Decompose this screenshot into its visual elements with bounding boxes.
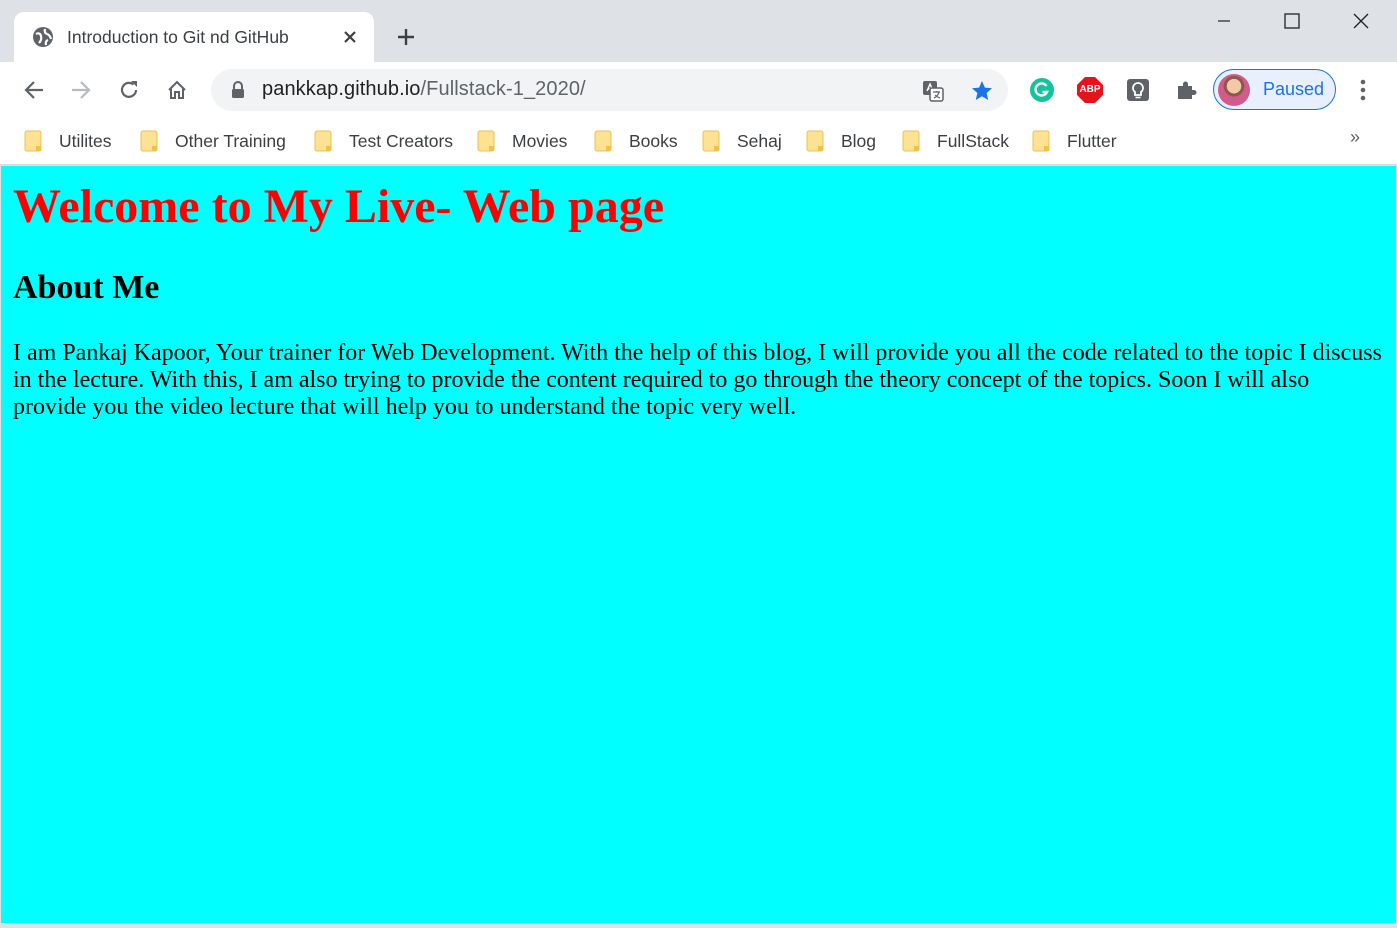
- folder-icon: [140, 130, 158, 152]
- grammarly-icon[interactable]: [1028, 76, 1056, 104]
- minimize-button[interactable]: [1190, 0, 1258, 42]
- window-bottom-edge: [0, 923, 1397, 928]
- profile-status: Paused: [1263, 79, 1325, 99]
- bookmark-movies[interactable]: Movies: [477, 126, 567, 156]
- bookmark-other-training[interactable]: Other Training: [140, 126, 286, 156]
- url-text[interactable]: pankkap.github.io/Fullstack-1_2020/: [262, 78, 586, 101]
- extensions-puzzle-icon[interactable]: [1172, 76, 1200, 104]
- bookmark-label: Sehaj: [737, 130, 782, 151]
- bookmark-label: Blog: [841, 130, 877, 151]
- web-page-content: Welcome to My Live- Web page About Me I …: [1, 166, 1396, 923]
- reload-button[interactable]: [111, 72, 147, 108]
- tab-close-icon[interactable]: [338, 25, 362, 49]
- folder-icon: [806, 130, 824, 152]
- bookmark-label: Flutter: [1067, 130, 1117, 151]
- lightbulb-extension-icon[interactable]: [1124, 76, 1152, 104]
- profile-button[interactable]: Paused: [1213, 69, 1336, 110]
- translate-icon[interactable]: [920, 78, 946, 104]
- bookmark-sehaj[interactable]: Sehaj: [702, 126, 782, 156]
- folder-icon: [1032, 130, 1050, 152]
- about-me-paragraph: I am Pankaj Kapoor, Your trainer for Web…: [13, 340, 1382, 420]
- window-close-button[interactable]: [1327, 0, 1395, 42]
- bookmark-label: Other Training: [175, 130, 286, 151]
- tab-title: Introduction to Git nd GitHub: [67, 26, 289, 47]
- bookmark-fullstack[interactable]: FullStack: [902, 126, 1009, 156]
- address-bar[interactable]: pankkap.github.io/Fullstack-1_2020/: [211, 69, 1008, 111]
- bookmark-label: Movies: [512, 130, 568, 151]
- kebab-menu-icon[interactable]: [1350, 76, 1376, 104]
- folder-icon: [702, 130, 720, 152]
- adblock-plus-label: ABP: [1079, 84, 1101, 95]
- bookmarks-overflow-button[interactable]: »: [1350, 127, 1360, 148]
- url-path: /Fullstack-1_2020/: [420, 78, 586, 100]
- bookmark-books[interactable]: Books: [594, 126, 678, 156]
- bookmark-utilites[interactable]: Utilites: [24, 126, 112, 156]
- back-button[interactable]: [16, 72, 52, 108]
- folder-icon: [24, 130, 42, 152]
- folder-icon: [314, 130, 332, 152]
- bookmark-label: Test Creators: [349, 130, 454, 151]
- browser-tab[interactable]: Introduction to Git nd GitHub: [14, 12, 374, 62]
- folder-icon: [477, 130, 495, 152]
- forward-button[interactable]: [63, 72, 99, 108]
- lock-icon[interactable]: [229, 80, 247, 100]
- browser-toolbar: pankkap.github.io/Fullstack-1_2020/ ABP …: [0, 62, 1397, 118]
- new-tab-button[interactable]: [392, 23, 420, 51]
- tab-strip: Introduction to Git nd GitHub: [0, 0, 1397, 62]
- page-heading: Welcome to My Live- Web page: [13, 180, 664, 233]
- folder-icon: [594, 130, 612, 152]
- adblock-plus-icon[interactable]: ABP: [1076, 76, 1104, 104]
- globe-icon: [32, 26, 54, 48]
- bookmarks-bar: Utilites Other Training Test Creators Mo…: [0, 118, 1397, 165]
- maximize-button[interactable]: [1258, 0, 1326, 42]
- avatar: [1218, 73, 1250, 106]
- bookmark-label: Utilites: [59, 130, 112, 151]
- bookmark-label: FullStack: [937, 130, 1009, 151]
- bookmark-blog[interactable]: Blog: [806, 126, 876, 156]
- about-me-heading: About Me: [13, 269, 160, 306]
- url-host: pankkap.github.io: [262, 78, 421, 100]
- bookmark-flutter[interactable]: Flutter: [1032, 126, 1117, 156]
- bookmark-star-icon[interactable]: [968, 77, 996, 105]
- bookmark-test-creators[interactable]: Test Creators: [314, 126, 453, 156]
- bookmark-label: Books: [629, 130, 678, 151]
- folder-icon: [902, 130, 920, 152]
- home-button[interactable]: [159, 72, 195, 108]
